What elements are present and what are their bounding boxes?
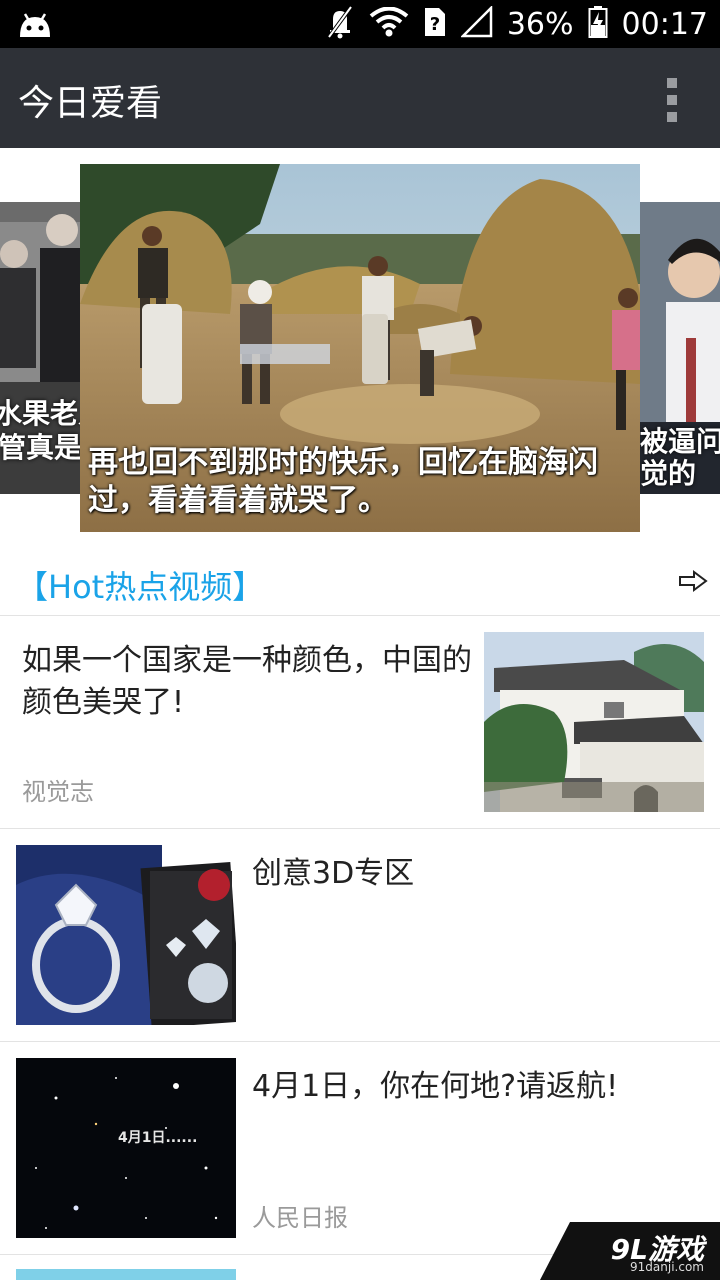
article-source: 视觉志 bbox=[22, 778, 94, 806]
article-thumbnail bbox=[484, 632, 704, 812]
carousel-slide-current[interactable]: 再也回不到那时的快乐，回忆在脑海闪过，看着看着就哭了。 bbox=[80, 164, 640, 532]
app-title: 今日爱看 bbox=[18, 83, 163, 124]
battery-percent: 36% bbox=[506, 6, 574, 42]
carousel-prev-caption-2: 管真是无 bbox=[0, 431, 80, 464]
article-title: 创意3D专区 bbox=[252, 856, 415, 891]
action-bar: 今日爱看 bbox=[0, 48, 720, 148]
status-bar: ? 36% 00:17 bbox=[0, 0, 720, 48]
carousel-slide-next[interactable]: 被逼问苦 觉的 bbox=[640, 202, 720, 494]
wifi-icon bbox=[369, 6, 409, 41]
article-thumbnail: 4月1日...... bbox=[16, 1058, 236, 1238]
list-item[interactable]: 创意3D专区 bbox=[0, 829, 720, 1042]
thumbnail-text: 4月1日...... bbox=[118, 1130, 197, 1146]
carousel-next-caption-2: 觉的 bbox=[640, 457, 697, 490]
section-header: 【Hot热点视频】 bbox=[0, 548, 720, 616]
signal-icon bbox=[459, 4, 493, 42]
overflow-menu-icon[interactable] bbox=[664, 78, 680, 122]
sim-unknown-icon: ? bbox=[423, 6, 447, 42]
carousel-slide-prev[interactable]: 水果老人 管真是无 bbox=[0, 202, 80, 494]
arrow-right-icon[interactable] bbox=[678, 570, 708, 596]
battery-charging-icon bbox=[588, 5, 608, 43]
article-thumbnail bbox=[16, 845, 236, 1025]
svg-text:?: ? bbox=[430, 14, 440, 35]
article-source: 人民日报 bbox=[252, 1204, 348, 1232]
clock: 00:17 bbox=[621, 6, 708, 42]
carousel-caption: 再也回不到那时的快乐，回忆在脑海闪过，看着看着就哭了。 bbox=[88, 445, 598, 518]
android-icon bbox=[16, 9, 54, 43]
article-title: 4月1日，你在何地?请返航! bbox=[252, 1069, 619, 1104]
watermark-logo: 9L游戏 91danji.com bbox=[540, 1222, 720, 1280]
image-carousel[interactable]: 水果老人 管真是无 bbox=[0, 148, 720, 548]
section-title: 【Hot热点视频】 bbox=[16, 568, 265, 606]
mute-icon bbox=[325, 5, 355, 43]
article-thumbnail bbox=[16, 1269, 236, 1280]
article-title: 如果一个国家是一种颜色，中国的颜色美哭了! bbox=[22, 643, 472, 720]
watermark-domain: 91danji.com bbox=[630, 1260, 704, 1274]
list-item[interactable]: 如果一个国家是一种颜色，中国的颜色美哭了! 视觉志 bbox=[0, 616, 720, 829]
